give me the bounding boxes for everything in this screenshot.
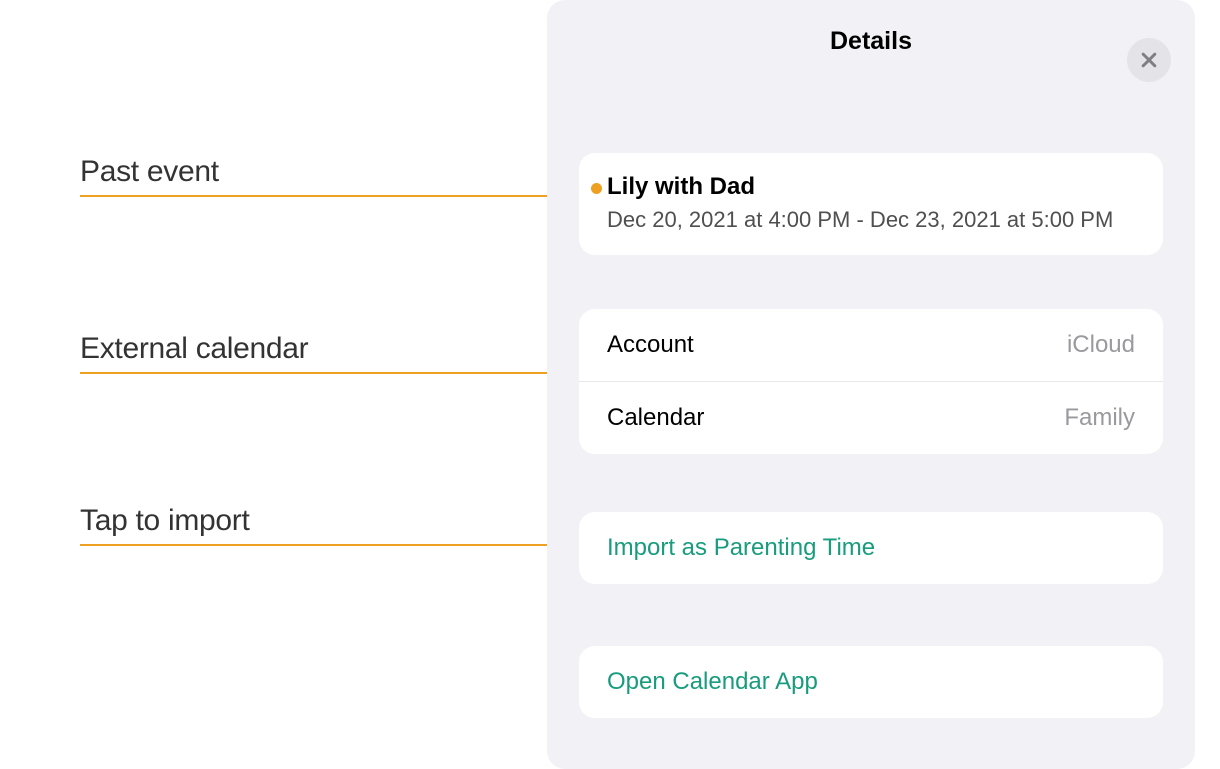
account-row[interactable]: Account iCloud [579, 309, 1163, 381]
event-time-range: Dec 20, 2021 at 4:00 PM - Dec 23, 2021 a… [607, 207, 1135, 233]
account-value: iCloud [1067, 331, 1135, 359]
import-action-card[interactable]: Import as Parenting Time [579, 512, 1163, 584]
calendar-row[interactable]: Calendar Family [579, 381, 1163, 454]
panel-header: Details [547, 0, 1195, 82]
close-button[interactable] [1127, 38, 1171, 82]
annotation-tap-to-import: Tap to import [80, 504, 250, 538]
details-panel: Details Lily with Dad Dec 20, 2021 at 4:… [547, 0, 1195, 769]
event-color-dot [591, 183, 602, 194]
open-app-action-label: Open Calendar App [607, 668, 1135, 696]
annotation-past-event: Past event [80, 155, 219, 189]
close-icon [1139, 50, 1159, 70]
annotation-tap-to-import-label: Tap to import [80, 504, 250, 538]
account-label: Account [607, 331, 694, 359]
annotation-line [80, 372, 597, 374]
calendar-value: Family [1064, 404, 1135, 432]
panel-title: Details [830, 27, 912, 56]
annotation-external-calendar-label: External calendar [80, 332, 308, 366]
annotation-past-event-label: Past event [80, 155, 219, 189]
event-title: Lily with Dad [607, 173, 1135, 201]
calendar-label: Calendar [607, 404, 704, 432]
annotation-line [80, 544, 597, 546]
annotation-external-calendar: External calendar [80, 332, 308, 366]
open-app-action-card[interactable]: Open Calendar App [579, 646, 1163, 718]
annotation-line [80, 195, 597, 197]
import-action-label: Import as Parenting Time [607, 534, 1135, 562]
info-card: Account iCloud Calendar Family [579, 309, 1163, 454]
event-card[interactable]: Lily with Dad Dec 20, 2021 at 4:00 PM - … [579, 153, 1163, 255]
